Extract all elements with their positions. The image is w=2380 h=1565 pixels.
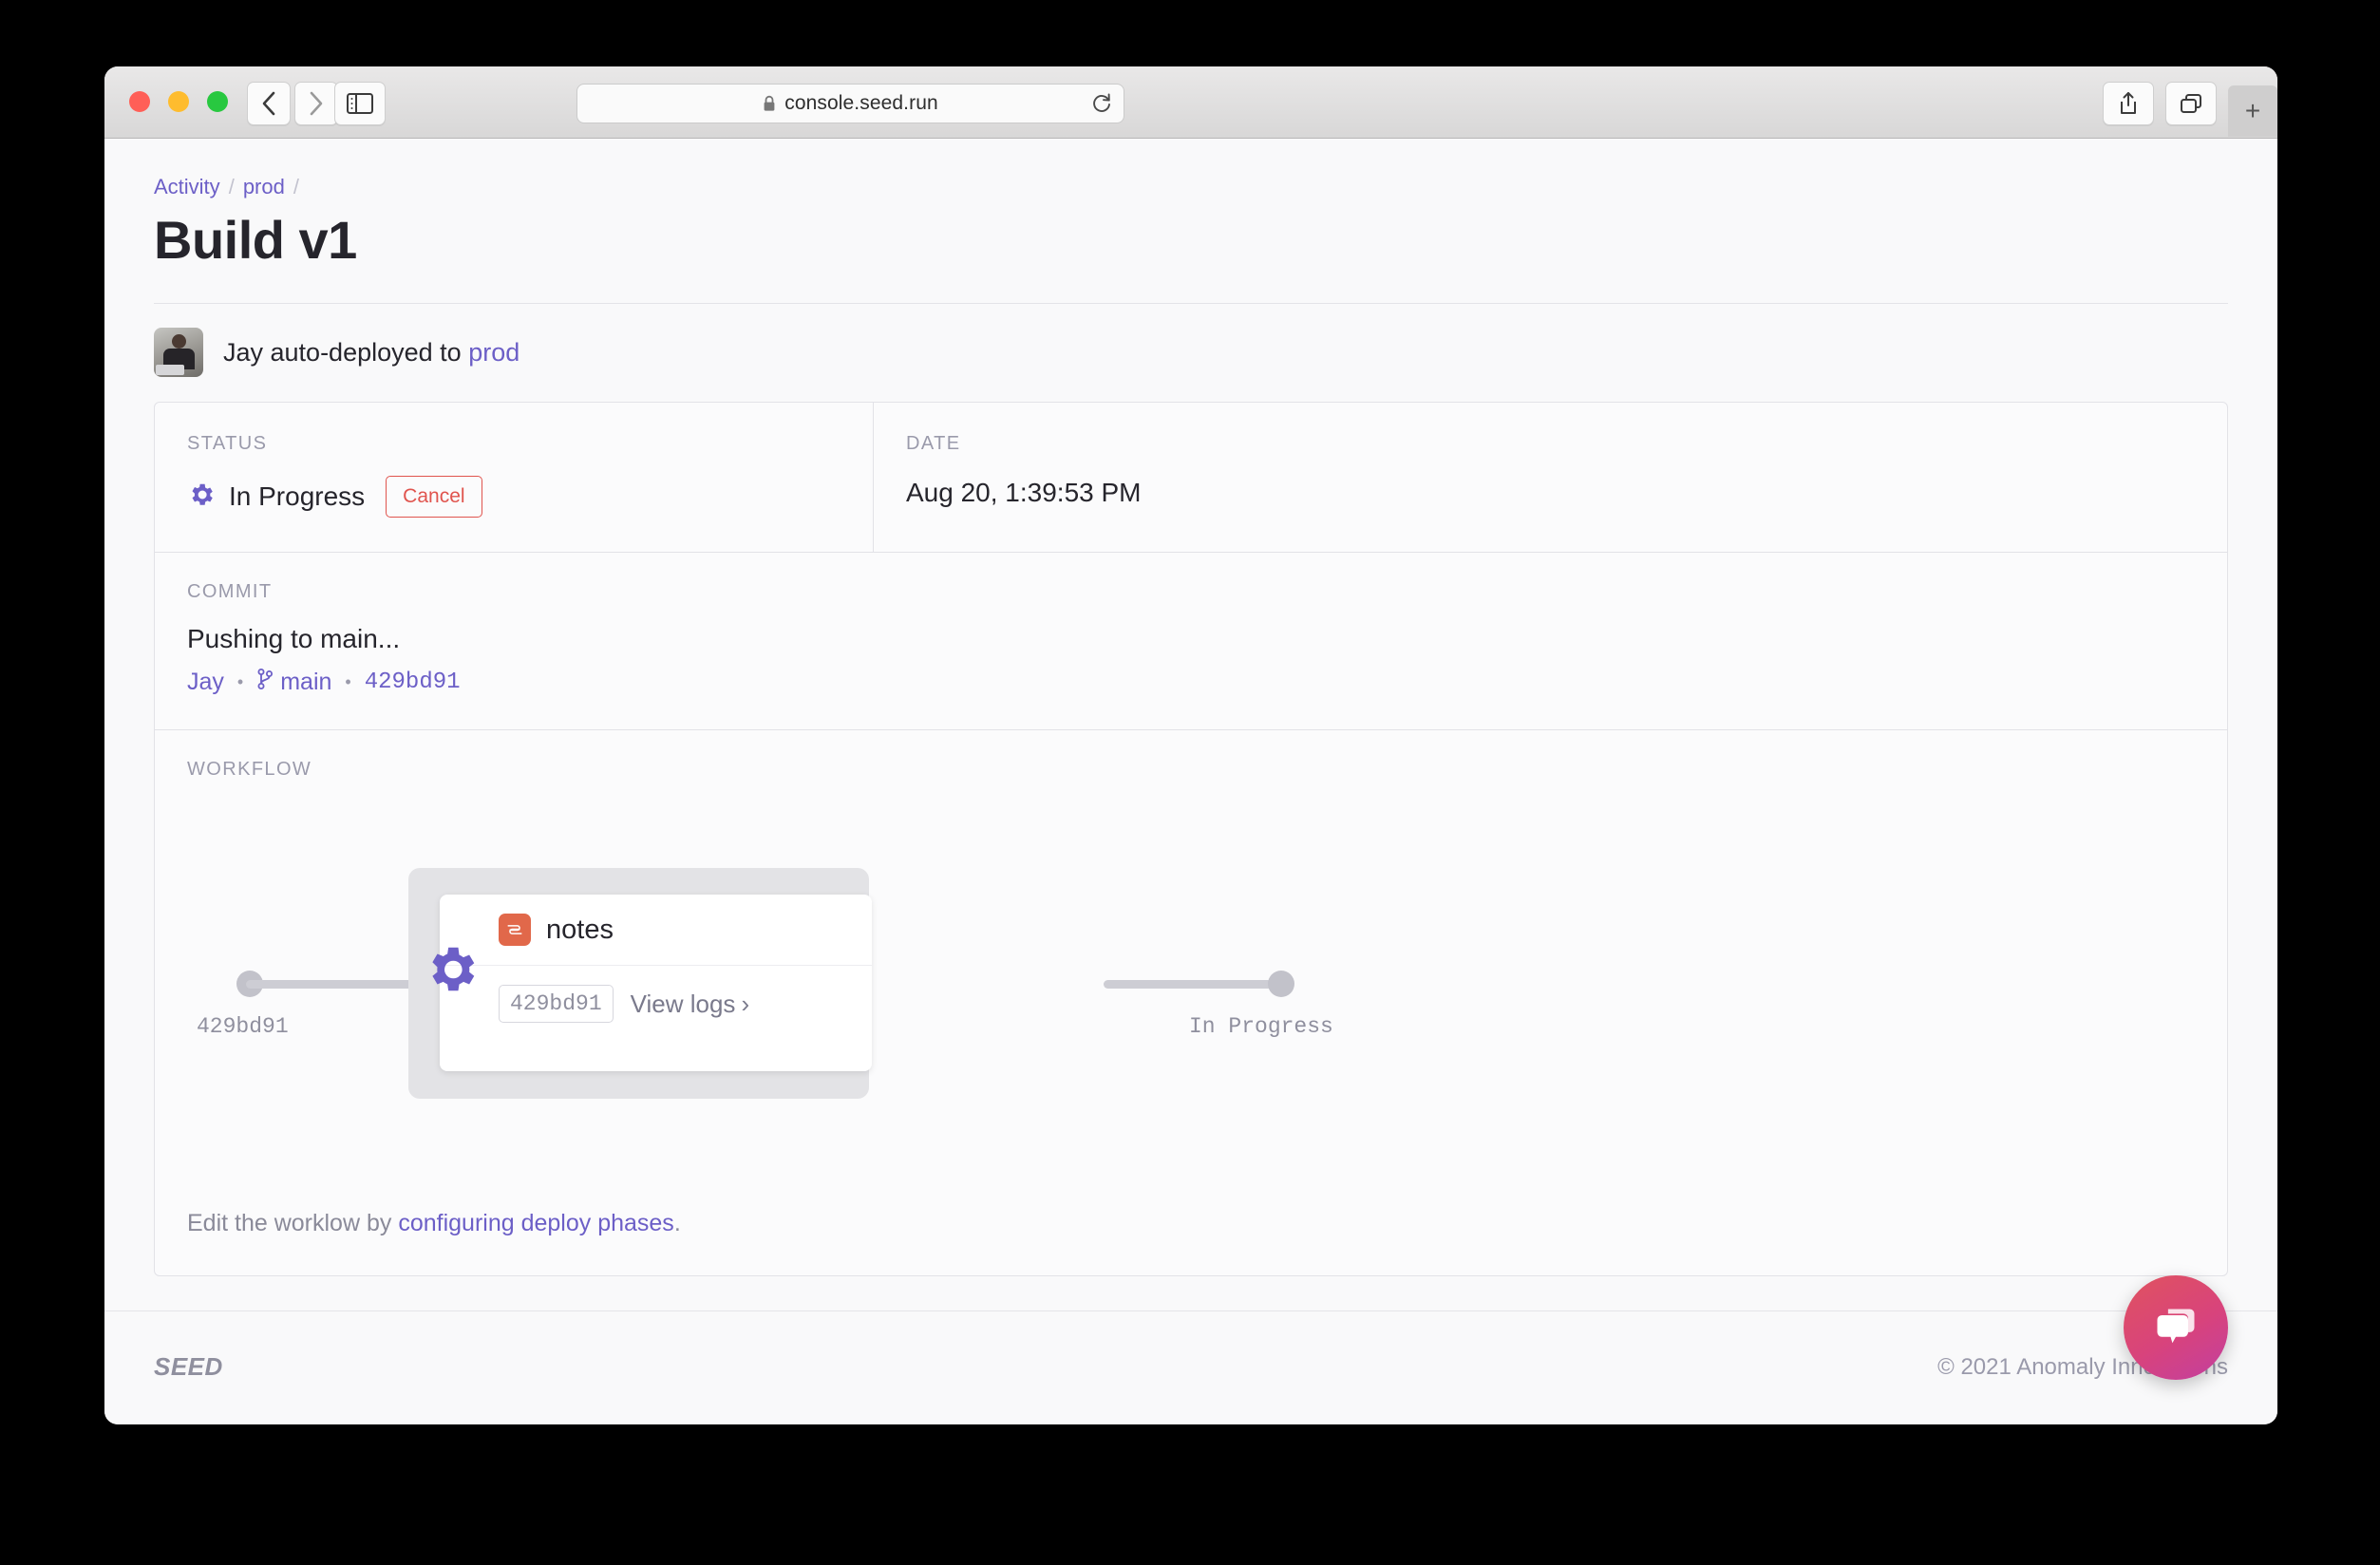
breadcrumb-separator-1: / xyxy=(228,175,235,198)
status-date-row: STATUS In Progress Cancel DATE Aug 20, 1… xyxy=(155,403,2227,553)
close-window-button[interactable] xyxy=(129,91,150,112)
toolbar-right-buttons xyxy=(2103,82,2217,125)
breadcrumb: Activity / prod / xyxy=(154,139,2228,199)
configure-deploy-phases-link[interactable]: configuring deploy phases xyxy=(398,1210,673,1236)
workflow-phase-hash: 429bd91 xyxy=(499,985,614,1023)
workflow-label: WORKFLOW xyxy=(187,759,312,780)
workflow-section: WORKFLOW 429bd91 notes 429bd91 View logs… xyxy=(155,730,2227,1275)
forward-button[interactable] xyxy=(294,82,338,125)
lock-icon xyxy=(763,95,776,112)
deployment-stage-link[interactable]: prod xyxy=(468,338,519,367)
status-label: STATUS xyxy=(187,433,268,454)
tab-overview-button[interactable] xyxy=(2165,82,2217,125)
footer-logo: SEED xyxy=(154,1352,223,1381)
breadcrumb-separator-2: / xyxy=(293,175,299,198)
workflow-phase-body: 429bd91 View logs › xyxy=(440,966,872,1023)
share-icon xyxy=(2121,92,2136,114)
navigation-buttons xyxy=(247,82,338,125)
safari-window: console.seed.run + Activity / prod / Bui… xyxy=(104,66,2277,1424)
page-body: Activity / prod / Build v1 Jay auto-depl… xyxy=(104,139,2277,1424)
commit-meta: Jay • main • 429bd91 xyxy=(187,668,2195,697)
deployment-text-prefix: Jay auto-deployed to xyxy=(223,337,469,367)
status-cell: STATUS In Progress Cancel xyxy=(155,403,874,552)
date-cell: DATE Aug 20, 1:39:53 PM xyxy=(874,403,2227,552)
page-title: Build v1 xyxy=(154,210,357,270)
workflow-phase-card: notes 429bd91 View logs › xyxy=(440,895,872,1071)
workflow-note: Edit the worklow by configuring deploy p… xyxy=(187,1210,2195,1237)
workflow-start-label: 429bd91 xyxy=(197,1014,289,1039)
commit-branch-link[interactable]: main xyxy=(256,668,331,697)
workflow-phase-header: notes xyxy=(440,895,872,966)
deployment-summary: Jay auto-deployed to prod xyxy=(154,304,2228,402)
workflow-end-label: In Progress xyxy=(1189,1014,1333,1039)
breadcrumb-item-activity[interactable]: Activity xyxy=(154,175,220,199)
workflow-phase-name: notes xyxy=(546,914,614,945)
view-logs-link[interactable]: View logs › xyxy=(631,990,749,1019)
chat-bubble-icon xyxy=(2157,1309,2195,1344)
screen: console.seed.run + Activity / prod / Bui… xyxy=(0,0,2380,1565)
workflow-track-left xyxy=(246,980,436,989)
maximize-window-button[interactable] xyxy=(207,91,228,112)
workflow-phase-gear-icon xyxy=(422,940,481,1004)
reload-button[interactable] xyxy=(1091,92,1112,115)
gear-icon xyxy=(187,481,216,514)
status-value-row: In Progress Cancel xyxy=(187,476,841,518)
workflow-track-right xyxy=(1104,980,1284,989)
workflow-note-prefix: Edit the worklow by xyxy=(187,1210,399,1236)
branch-icon xyxy=(256,668,274,697)
window-controls xyxy=(129,91,228,112)
deployment-text: Jay auto-deployed to prod xyxy=(223,338,519,368)
date-label: DATE xyxy=(906,433,961,454)
commit-hash-link[interactable]: 429bd91 xyxy=(365,669,461,695)
workflow-end-node xyxy=(1268,971,1294,997)
back-button[interactable] xyxy=(247,82,291,125)
workflow-phase-group: notes 429bd91 View logs › xyxy=(408,868,872,1099)
new-tab-button[interactable]: + xyxy=(2228,85,2277,137)
breadcrumb-item-prod[interactable]: prod xyxy=(243,175,285,199)
avatar xyxy=(154,328,203,377)
new-tab-label: + xyxy=(2244,96,2261,125)
commit-branch-label: main xyxy=(280,669,332,695)
page-content: Activity / prod / Build v1 Jay auto-depl… xyxy=(104,139,2277,1276)
workflow-diagram: 429bd91 notes 429bd91 View logs › In Pro… xyxy=(187,798,2195,1197)
workflow-note-suffix: . xyxy=(673,1210,681,1236)
address-bar-url: console.seed.run xyxy=(784,92,938,114)
chevron-right-icon xyxy=(310,91,323,116)
view-logs-label: View logs xyxy=(630,989,736,1018)
sidebar-toggle-button[interactable] xyxy=(334,82,386,125)
avatar-head xyxy=(172,334,186,349)
commit-meta-bullet-2: • xyxy=(345,672,351,691)
commit-section: COMMIT Pushing to main... Jay • main • 4… xyxy=(155,553,2227,730)
commit-author-link[interactable]: Jay xyxy=(187,669,224,696)
chevron-left-icon xyxy=(262,91,275,116)
address-bar[interactable]: console.seed.run xyxy=(576,84,1124,123)
commit-meta-bullet-1: • xyxy=(236,672,244,691)
cancel-button[interactable]: Cancel xyxy=(386,476,482,518)
tabs-icon xyxy=(2181,94,2201,113)
avatar-laptop xyxy=(156,365,184,375)
browser-toolbar: console.seed.run + xyxy=(104,66,2277,139)
cloudformation-stack-icon xyxy=(499,914,531,946)
commit-message: Pushing to main... xyxy=(187,624,401,653)
status-value: In Progress xyxy=(229,481,366,511)
minimize-window-button[interactable] xyxy=(168,91,189,112)
sidebar-icon xyxy=(347,93,373,114)
chevron-right-icon: › xyxy=(741,989,750,1018)
share-button[interactable] xyxy=(2103,82,2154,125)
chat-widget-button[interactable] xyxy=(2124,1275,2228,1380)
footer: SEED © 2021 Anomaly Innovations xyxy=(104,1310,2277,1423)
build-details-card: STATUS In Progress Cancel DATE Aug 20, 1… xyxy=(154,402,2228,1276)
commit-label: COMMIT xyxy=(187,581,273,602)
date-value: Aug 20, 1:39:53 PM xyxy=(906,478,1142,507)
